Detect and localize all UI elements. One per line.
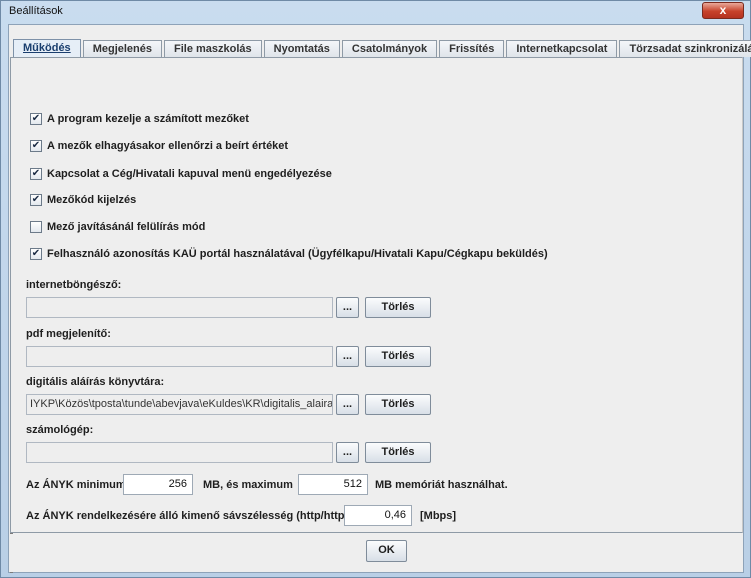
pdf-viewer-browse-button[interactable]: ... [336, 346, 359, 367]
label-signature-dir: digitális aláírás könyvtára: [26, 376, 165, 388]
signature-dir-browse-button[interactable]: ... [336, 394, 359, 415]
checkbox-label: A mezők elhagyásakor ellenőrzi a beírt é… [47, 140, 289, 152]
memory-max-input[interactable]: 512 [298, 474, 368, 495]
checkbox-gateway-menu[interactable]: ✔ [30, 168, 42, 180]
calculator-browse-button[interactable]: ... [336, 442, 359, 463]
checkbox-field-code-display[interactable]: ✔ [30, 194, 42, 206]
signature-dir-path-field[interactable]: IYKP\Közös\tposta\tunde\abevjava\eKuldes… [26, 394, 333, 415]
checkbox-computed-fields[interactable]: ✔ [30, 113, 42, 125]
signature-dir-clear-button[interactable]: Törlés [365, 394, 431, 415]
checkbox-row-kau-auth[interactable]: ✔ Felhasználó azonosítás KAÜ portál hasz… [30, 247, 548, 261]
bandwidth-unit: [Mbps] [420, 510, 457, 522]
browser-browse-button[interactable]: ... [336, 297, 359, 318]
bandwidth-label: Az ÁNYK rendelkezésére álló kimenő sávsz… [26, 510, 355, 522]
memory-suffix-label: MB memóriát használhat. [375, 479, 508, 491]
browser-clear-button[interactable]: Törlés [365, 297, 431, 318]
checkbox-label: Mezőkód kijelzés [47, 194, 137, 206]
label-calculator: számológép: [26, 424, 94, 436]
tab-csatolmanyok[interactable]: Csatolmányok [341, 40, 438, 57]
tab-mukodes[interactable]: Működés [13, 39, 81, 57]
tab-frissites[interactable]: Frissítés [439, 40, 505, 57]
checkbox-label: Felhasználó azonosítás KAÜ portál haszná… [47, 248, 548, 260]
checkbox-kau-auth[interactable]: ✔ [30, 248, 42, 260]
checkbox-row-overwrite-mode[interactable]: Mező javításánál felülírás mód [30, 220, 205, 234]
close-button[interactable]: x [702, 2, 744, 19]
checkbox-row-validate-on-leave[interactable]: ✔ A mezők elhagyásakor ellenőrzi a beírt… [30, 139, 288, 153]
memory-min-label: Az ÁNYK minimum [26, 479, 126, 491]
label-browser: internetböngésző: [26, 279, 122, 291]
title-bar[interactable]: Beállítások x [1, 1, 750, 21]
dialog-footer: OK [10, 534, 743, 572]
tab-nyomtatas[interactable]: Nyomtatás [263, 40, 340, 57]
tab-internetkapcsolat[interactable]: Internetkapcsolat [506, 40, 618, 57]
settings-window: Beállítások x Működés Megjelenés File ma… [0, 0, 751, 578]
tab-megjelenes[interactable]: Megjelenés [82, 40, 162, 57]
pdf-viewer-path-field[interactable] [26, 346, 333, 367]
window-title: Beállítások [9, 5, 63, 17]
tab-file-maszkolas[interactable]: File maszkolás [164, 40, 262, 57]
memory-min-input[interactable]: 256 [123, 474, 193, 495]
bandwidth-input[interactable]: 0,46 [344, 505, 412, 526]
ok-button[interactable]: OK [366, 540, 407, 562]
window-client-area: Működés Megjelenés File maszkolás Nyomta… [8, 24, 751, 573]
browser-path-field[interactable] [26, 297, 333, 318]
checkbox-row-gateway-menu[interactable]: ✔ Kapcsolat a Cég/Hivatali kapuval menü … [30, 167, 332, 181]
checkbox-label: A program kezelje a számított mezőket [47, 113, 249, 125]
checkbox-validate-on-leave[interactable]: ✔ [30, 140, 42, 152]
tab-bar: Működés Megjelenés File maszkolás Nyomta… [13, 39, 751, 57]
checkbox-label: Kapcsolat a Cég/Hivatali kapuval menü en… [47, 168, 332, 180]
pdf-viewer-clear-button[interactable]: Törlés [365, 346, 431, 367]
checkbox-row-field-code-display[interactable]: ✔ Mezőkód kijelzés [30, 193, 136, 207]
checkbox-overwrite-mode[interactable] [30, 221, 42, 233]
checkbox-label: Mező javításánál felülírás mód [47, 221, 206, 233]
settings-panel: ✔ A program kezelje a számított mezőket … [10, 57, 743, 533]
tab-torzsadat-szinkronizalas[interactable]: Törzsadat szinkronizálás [619, 40, 751, 57]
calculator-path-field[interactable] [26, 442, 333, 463]
memory-max-label: MB, és maximum [203, 479, 293, 491]
label-pdf-viewer: pdf megjelenítő: [26, 328, 111, 340]
checkbox-row-computed-fields[interactable]: ✔ A program kezelje a számított mezőket [30, 112, 249, 126]
calculator-clear-button[interactable]: Törlés [365, 442, 431, 463]
